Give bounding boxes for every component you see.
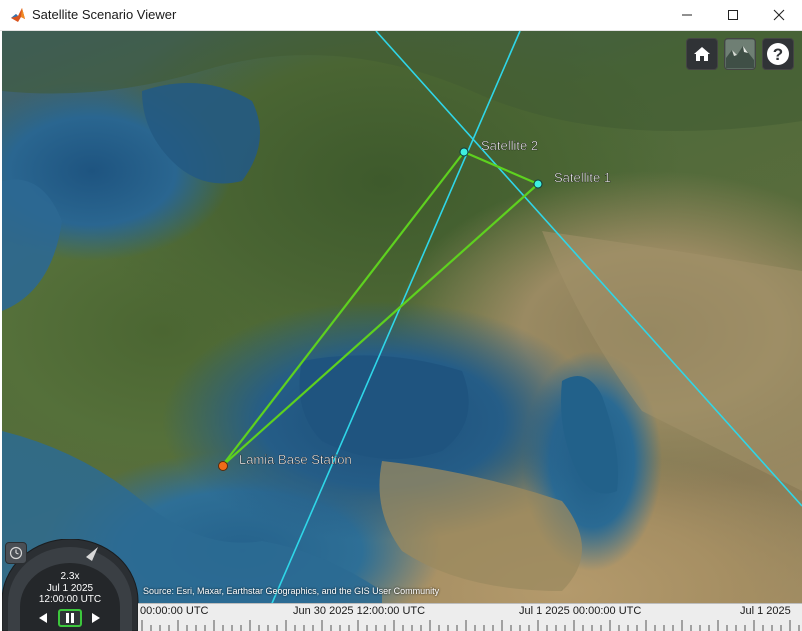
question-mark-icon: ? [767, 43, 789, 65]
play-reverse-icon [39, 613, 47, 623]
home-icon [694, 47, 710, 61]
satellite-2-marker[interactable] [459, 147, 469, 157]
timeline-label-1: Jun 30 2025 12:00:00 UTC [293, 605, 426, 617]
animation-speed-label: 2.3x [60, 571, 80, 582]
anatolia-region [379, 461, 582, 591]
minimize-icon [682, 14, 692, 16]
timeline-label-0: 00:00:00 UTC [140, 605, 209, 617]
base-layer-picker-icon [726, 40, 754, 68]
ground-station-label: Lamia Base Station [239, 452, 352, 467]
north-sea [2, 179, 62, 311]
animation-time-label: 12:00:00 UTC [38, 594, 102, 605]
black-sea [299, 355, 469, 459]
realtime-clock-button[interactable] [5, 542, 27, 564]
matlab-app-icon [11, 8, 25, 22]
timeline-label-3: Jul 1 2025 [740, 605, 791, 617]
pause-button[interactable] [58, 609, 82, 627]
clock-icon [9, 546, 23, 560]
northern-forest-region [2, 31, 802, 131]
svg-text:?: ? [773, 45, 783, 64]
play-reverse-button[interactable] [33, 609, 53, 627]
access-link-satellite-1-satellite-2 [463, 150, 539, 186]
maximize-button[interactable] [710, 0, 756, 30]
ground-station-marker[interactable] [218, 461, 228, 471]
animation-date-label: Jul 1 2025 [46, 583, 94, 594]
close-button[interactable] [756, 0, 802, 30]
minimize-button[interactable] [664, 0, 710, 30]
play-forward-button[interactable] [86, 609, 106, 627]
pause-icon [66, 613, 74, 623]
baltic-sea [142, 83, 260, 184]
maximize-icon [728, 10, 738, 20]
caspian-sea [561, 376, 618, 494]
timeline-ticks [141, 620, 800, 631]
base-layer-picker-button[interactable] [724, 38, 756, 70]
home-view-button[interactable] [686, 38, 718, 70]
window-title: Satellite Scenario Viewer [32, 7, 177, 22]
satellite-1-marker[interactable] [533, 179, 543, 189]
timeline-label-2: Jul 1 2025 00:00:00 UTC [519, 605, 642, 617]
satellite-1-label: Satellite 1 [554, 170, 611, 185]
window-titlebar: Satellite Scenario Viewer [0, 0, 802, 31]
timeline-bar[interactable]: 00:00:00 UTC Jun 30 2025 12:00:00 UTC Ju… [138, 603, 802, 631]
globe-viewer[interactable]: Satellite 2 Satellite 1 Lamia Base Stati… [2, 31, 802, 631]
help-button[interactable]: ? [762, 38, 794, 70]
play-forward-icon [92, 613, 100, 623]
imagery-attribution[interactable]: Source: Esri, Maxar, Earthstar Geographi… [143, 586, 439, 596]
satellite-2-label: Satellite 2 [481, 138, 538, 153]
close-icon [773, 9, 785, 21]
